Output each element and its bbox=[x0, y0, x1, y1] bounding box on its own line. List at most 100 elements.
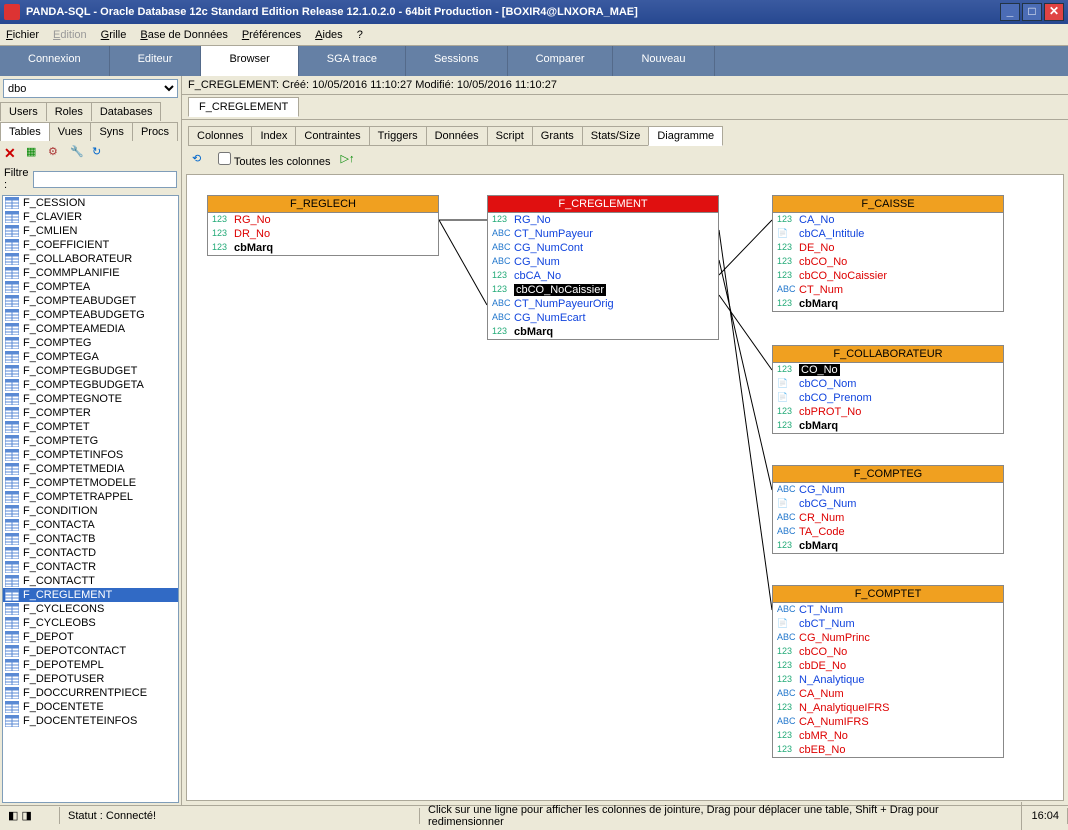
diagram-table-header[interactable]: F_COLLABORATEUR bbox=[773, 346, 1003, 363]
tree-item[interactable]: F_CREGLEMENT bbox=[3, 588, 178, 602]
diagram-column[interactable]: ABCCG_Num bbox=[773, 483, 1003, 497]
sub-tab-index[interactable]: Index bbox=[251, 126, 296, 146]
diagram-column[interactable]: ABCCT_Num bbox=[773, 603, 1003, 617]
grid-icon[interactable]: ▦ bbox=[26, 145, 42, 161]
diagram-column[interactable]: 123cbCO_NoCaissier bbox=[488, 283, 718, 297]
tree-item[interactable]: F_COLLABORATEUR bbox=[3, 252, 178, 266]
diagram-column[interactable]: 123cbPROT_No bbox=[773, 405, 1003, 419]
diagram-table[interactable]: F_COMPTEGABCCG_Num📄cbCG_NumABCCR_NumABCT… bbox=[772, 465, 1004, 554]
diagram-column[interactable]: 123cbCO_NoCaissier bbox=[773, 269, 1003, 283]
tree-item[interactable]: F_CYCLECONS bbox=[3, 602, 178, 616]
tree-item[interactable]: F_CONTACTR bbox=[3, 560, 178, 574]
tree-item[interactable]: F_DEPOT bbox=[3, 630, 178, 644]
tree-item[interactable]: F_COMPTEGNOTE bbox=[3, 392, 178, 406]
diagram-column[interactable]: 123cbMarq bbox=[773, 419, 1003, 433]
diagram-column[interactable]: 123cbMarq bbox=[488, 325, 718, 339]
diagram-column[interactable]: 123DR_No bbox=[208, 227, 438, 241]
sub-tab-script[interactable]: Script bbox=[487, 126, 533, 146]
diagram-table-header[interactable]: F_COMPTEG bbox=[773, 466, 1003, 483]
diagram-column[interactable]: 123cbCO_No bbox=[773, 255, 1003, 269]
diagram-column[interactable]: 123cbDE_No bbox=[773, 659, 1003, 673]
schema-select[interactable]: dbo bbox=[3, 79, 178, 98]
sub-tab-stats/size[interactable]: Stats/Size bbox=[582, 126, 650, 146]
diagram-column[interactable]: 123N_AnalytiqueIFRS bbox=[773, 701, 1003, 715]
diagram-column[interactable]: 123CA_No bbox=[773, 213, 1003, 227]
tree-item[interactable]: F_COMMPLANIFIE bbox=[3, 266, 178, 280]
tree-item[interactable]: F_COMPTER bbox=[3, 406, 178, 420]
tree-item[interactable]: F_COMPTETINFOS bbox=[3, 448, 178, 462]
tree-item[interactable]: F_DOCENTETEINFOS bbox=[3, 714, 178, 728]
obj-tab-procs[interactable]: Procs bbox=[132, 122, 178, 141]
tree-item[interactable]: F_CONTACTB bbox=[3, 532, 178, 546]
top-tab-comparer[interactable]: Comparer bbox=[508, 46, 614, 76]
refresh-diagram-icon[interactable]: ⟲ bbox=[192, 152, 208, 168]
top-tab-editeur[interactable]: Editeur bbox=[110, 46, 202, 76]
tree-item[interactable]: F_COMPTETMEDIA bbox=[3, 462, 178, 476]
diagram-column[interactable]: ABCCT_NumPayeur bbox=[488, 227, 718, 241]
diagram-column[interactable]: 123RG_No bbox=[208, 213, 438, 227]
top-tab-connexion[interactable]: Connexion bbox=[0, 46, 110, 76]
diagram-column[interactable]: 123cbMarq bbox=[773, 539, 1003, 553]
filter-input[interactable] bbox=[33, 171, 177, 188]
wrench-icon[interactable]: 🔧 bbox=[70, 145, 86, 161]
diagram-table-header[interactable]: F_CREGLEMENT bbox=[488, 196, 718, 213]
sort-icon[interactable]: ▷↑ bbox=[340, 152, 356, 168]
tree-item[interactable]: F_CLAVIER bbox=[3, 210, 178, 224]
diagram-table[interactable]: F_REGLECH123RG_No123DR_No123cbMarq bbox=[207, 195, 439, 256]
diagram-table-header[interactable]: F_COMPTET bbox=[773, 586, 1003, 603]
tree-item[interactable]: F_CONDITION bbox=[3, 504, 178, 518]
tree-item[interactable]: F_CYCLEOBS bbox=[3, 616, 178, 630]
sub-tab-données[interactable]: Données bbox=[426, 126, 488, 146]
tree-item[interactable]: F_COMPTET bbox=[3, 420, 178, 434]
diagram-table[interactable]: F_COMPTETABCCT_Num📄cbCT_NumABCCG_NumPrin… bbox=[772, 585, 1004, 758]
diagram-column[interactable]: 123N_Analytique bbox=[773, 673, 1003, 687]
menu-help[interactable]: ? bbox=[357, 29, 363, 41]
tree-item[interactable]: F_COMPTEGA bbox=[3, 350, 178, 364]
diagram-column[interactable]: ABCCG_NumCont bbox=[488, 241, 718, 255]
maximize-button[interactable]: □ bbox=[1022, 3, 1042, 21]
tree-item[interactable]: F_COMPTETMODELE bbox=[3, 476, 178, 490]
diagram-table[interactable]: F_CAISSE123CA_No📄cbCA_Intitule123DE_No12… bbox=[772, 195, 1004, 312]
tree-item[interactable]: F_COMPTEA bbox=[3, 280, 178, 294]
diagram-column[interactable]: ABCCA_NumIFRS bbox=[773, 715, 1003, 729]
tree-item[interactable]: F_COMPTEGBUDGET bbox=[3, 364, 178, 378]
tree-item[interactable]: F_COEFFICIENT bbox=[3, 238, 178, 252]
menu-fichier[interactable]: Fichier bbox=[6, 29, 39, 41]
diagram-column[interactable]: ABCCG_Num bbox=[488, 255, 718, 269]
diagram-column[interactable]: 📄cbCO_Prenom bbox=[773, 391, 1003, 405]
diagram-table-header[interactable]: F_CAISSE bbox=[773, 196, 1003, 213]
diagram-column[interactable]: ABCCR_Num bbox=[773, 511, 1003, 525]
menu-edition[interactable]: Edition bbox=[53, 29, 87, 41]
diagram-column[interactable]: 123cbMR_No bbox=[773, 729, 1003, 743]
diagram-column[interactable]: ABCCG_NumEcart bbox=[488, 311, 718, 325]
diagram-canvas[interactable]: F_REGLECH123RG_No123DR_No123cbMarqF_CREG… bbox=[186, 174, 1064, 801]
diagram-table[interactable]: F_COLLABORATEUR123CO_No📄cbCO_Nom📄cbCO_Pr… bbox=[772, 345, 1004, 434]
diagram-column[interactable]: ABCCG_NumPrinc bbox=[773, 631, 1003, 645]
tree-item[interactable]: F_CONTACTD bbox=[3, 546, 178, 560]
diagram-table-header[interactable]: F_REGLECH bbox=[208, 196, 438, 213]
object-tree[interactable]: F_CESSIONF_CLAVIERF_CMLIENF_COEFFICIENTF… bbox=[2, 195, 179, 803]
diagram-column[interactable]: 📄cbCA_Intitule bbox=[773, 227, 1003, 241]
diagram-column[interactable]: 📄cbCT_Num bbox=[773, 617, 1003, 631]
diagram-column[interactable]: ABCCT_NumPayeurOrig bbox=[488, 297, 718, 311]
diagram-column[interactable]: 📄cbCO_Nom bbox=[773, 377, 1003, 391]
diagram-column[interactable]: 123cbMarq bbox=[208, 241, 438, 255]
tree-item[interactable]: F_CMLIEN bbox=[3, 224, 178, 238]
obj-tab-databases[interactable]: Databases bbox=[91, 102, 162, 121]
tree-item[interactable]: F_COMPTEAMEDIA bbox=[3, 322, 178, 336]
tree-item[interactable]: F_COMPTEG bbox=[3, 336, 178, 350]
tree-item[interactable]: F_CESSION bbox=[3, 196, 178, 210]
tree-item[interactable]: F_DEPOTEMPL bbox=[3, 658, 178, 672]
refresh-icon[interactable]: ↻ bbox=[92, 145, 108, 161]
obj-tab-users[interactable]: Users bbox=[0, 102, 47, 121]
tree-item[interactable]: F_DEPOTCONTACT bbox=[3, 644, 178, 658]
diagram-column[interactable]: ABCCA_Num bbox=[773, 687, 1003, 701]
top-tab-nouveau[interactable]: Nouveau bbox=[613, 46, 714, 76]
tree-item[interactable]: F_DEPOTUSER bbox=[3, 672, 178, 686]
diagram-column[interactable]: 123RG_No bbox=[488, 213, 718, 227]
diagram-column[interactable]: 123CO_No bbox=[773, 363, 1003, 377]
delete-icon[interactable]: ✕ bbox=[4, 145, 20, 161]
diagram-column[interactable]: 123cbEB_No bbox=[773, 743, 1003, 757]
tree-item[interactable]: F_DOCCURRENTPIECE bbox=[3, 686, 178, 700]
tree-item[interactable]: F_COMPTETRAPPEL bbox=[3, 490, 178, 504]
